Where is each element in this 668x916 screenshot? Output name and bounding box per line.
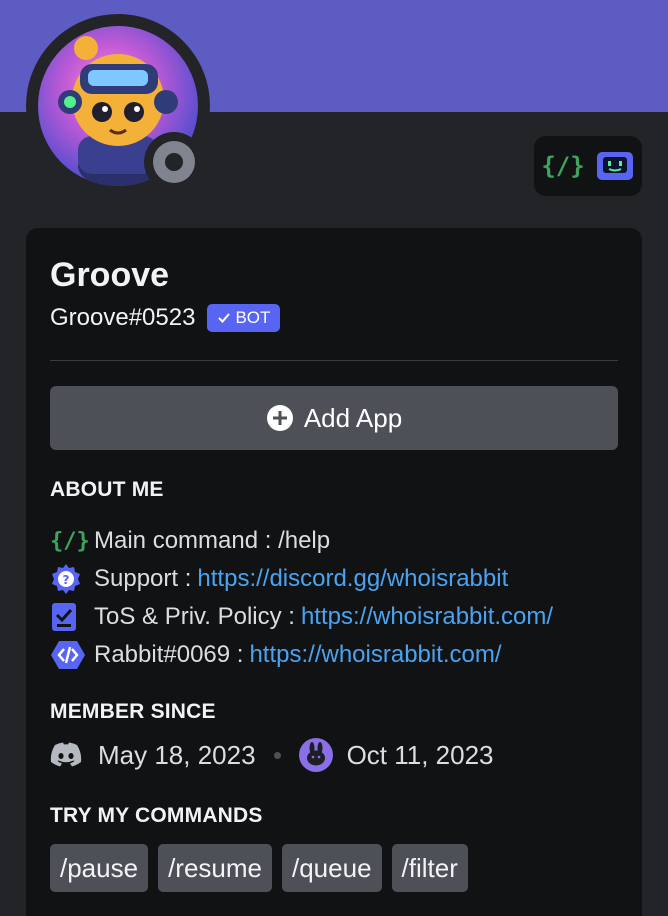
support-link[interactable]: https://discord.gg/whoisrabbit (197, 565, 508, 593)
username[interactable]: Groove#0523 (50, 304, 195, 332)
add-app-label: Add App (303, 402, 403, 433)
server-join-date: Oct 11, 2023 (346, 739, 494, 770)
policy-link[interactable]: https://whoisrabbit.com/ (301, 603, 553, 631)
command-chip-pause[interactable]: /pause (50, 844, 149, 892)
about-line: ToS & Priv. Policy : https://whoisrabbit… (50, 598, 553, 636)
about-me-content: {/} Main command : /help ? Support : htt… (50, 522, 553, 674)
plus-circle-icon (266, 405, 293, 431)
about-text: Main command : /help (94, 527, 331, 554)
display-name: Groove (50, 256, 170, 294)
profile-card: Groove Groove#0523 BOT Add App ABOUT ME … (26, 228, 642, 916)
bot-tag: BOT (207, 304, 281, 332)
developer-link[interactable]: https://whoisrabbit.com/ (249, 641, 501, 669)
code-icon (50, 639, 88, 671)
help-icon: ? (50, 563, 88, 595)
active-developer-badge-icon[interactable] (595, 150, 635, 182)
discord-logo-icon (50, 742, 82, 767)
command-chip-queue[interactable]: /queue (282, 844, 382, 892)
slash-commands-badge-icon[interactable]: {/} (541, 152, 584, 180)
about-text: ToS & Priv. Policy : (94, 603, 295, 630)
separator-dot (273, 751, 281, 759)
try-commands-heading: TRY MY COMMANDS (50, 804, 263, 827)
profile-badges: {/} (534, 136, 642, 196)
svg-text:?: ? (63, 573, 70, 587)
divider (50, 360, 618, 361)
about-me-heading: ABOUT ME (50, 478, 164, 501)
username-row: Groove#0523 BOT (50, 304, 281, 332)
checklist-icon (50, 601, 88, 633)
discord-join-date: May 18, 2023 (98, 739, 256, 770)
verified-check-icon (218, 313, 231, 323)
command-chip-filter[interactable]: /filter (391, 844, 468, 892)
about-text: Rabbit#0069 : (94, 641, 244, 668)
about-line: ? Support : https://discord.gg/whoisrabb… (50, 560, 553, 598)
about-text: Support : (94, 565, 192, 592)
command-list: /pause /resume /queue /filter (50, 844, 468, 892)
avatar-frame[interactable] (26, 14, 210, 198)
about-line: Rabbit#0069 : https://whoisrabbit.com/ (50, 636, 553, 674)
about-line: {/} Main command : /help (50, 522, 553, 560)
server-icon[interactable] (298, 738, 333, 772)
slash-command-icon: {/} (50, 528, 90, 554)
member-since-row: May 18, 2023 Oct 11, 2023 (50, 738, 494, 772)
command-chip-resume[interactable]: /resume (158, 844, 272, 892)
add-app-button[interactable]: Add App (50, 386, 618, 450)
member-since-heading: MEMBER SINCE (50, 700, 216, 723)
status-indicator (144, 132, 204, 192)
offline-status-icon (153, 141, 195, 183)
bot-tag-label: BOT (235, 308, 271, 327)
